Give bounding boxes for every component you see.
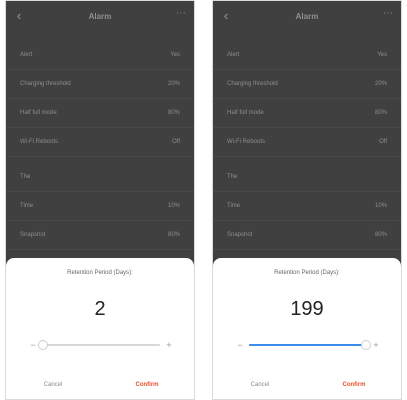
slider-thumb[interactable]: [38, 340, 49, 350]
settings-row[interactable]: Charging threshold 20%: [6, 70, 194, 99]
slider-fill: [249, 344, 366, 346]
row-value: Off: [379, 139, 387, 145]
settings-row[interactable]: Snapshot 80%: [213, 221, 401, 250]
settings-row[interactable]: Half full mode 80%: [213, 99, 401, 128]
settings-row[interactable]: Snapshot 80%: [6, 221, 194, 250]
row-label: Alert: [227, 52, 240, 58]
confirm-button[interactable]: Confirm: [100, 377, 194, 393]
page-title: Alarm: [295, 11, 319, 21]
settings-row[interactable]: Charging threshold 20%: [213, 70, 401, 99]
settings-row[interactable]: Wi-Fi Reboots Off: [6, 128, 194, 157]
row-value: Yes: [170, 52, 180, 58]
row-value: 80%: [167, 232, 180, 238]
retention-value: 199: [290, 298, 324, 320]
sheet-title: Retention Period (Days):: [274, 270, 340, 276]
retention-slider: − +: [28, 340, 174, 350]
row-label: Half full mode: [227, 110, 264, 116]
row-label: Half full mode: [20, 110, 57, 116]
row-label: Alert: [20, 52, 33, 58]
settings-row[interactable]: Half full mode 80%: [6, 99, 194, 128]
minus-icon[interactable]: −: [28, 340, 38, 350]
row-value: 80%: [374, 232, 387, 238]
row-label: Wi-Fi Reboots: [227, 139, 266, 145]
slider-track[interactable]: [249, 340, 371, 350]
settings-row[interactable]: Alert Yes: [213, 41, 401, 70]
sheet-actions: Cancel Confirm: [213, 377, 401, 393]
more-icon[interactable]: ⋯: [383, 9, 393, 19]
settings-row-link[interactable]: The: [213, 163, 401, 192]
row-label: The: [20, 174, 30, 180]
chevron-left-icon[interactable]: ‹: [12, 9, 26, 23]
retention-value: 2: [94, 298, 106, 320]
row-label: Snapshot: [20, 232, 46, 238]
cancel-button[interactable]: Cancel: [6, 377, 100, 393]
row-value: 20%: [374, 81, 387, 87]
row-label: Charging threshold: [227, 81, 278, 87]
page-title: Alarm: [88, 11, 112, 21]
retention-picker-sheet: Retention Period (Days): 199 − + Cancel …: [213, 258, 401, 399]
settings-row[interactable]: Wi-Fi Reboots Off: [213, 128, 401, 157]
minus-icon[interactable]: −: [235, 340, 245, 350]
sheet-actions: Cancel Confirm: [6, 377, 194, 393]
row-label-prefix: The: [227, 174, 238, 180]
settings-row[interactable]: Alert Yes: [6, 41, 194, 70]
row-value: 80%: [374, 110, 387, 116]
row-value: 10%: [167, 203, 180, 209]
settings-row[interactable]: Time 10%: [213, 192, 401, 221]
retention-slider: − +: [235, 340, 381, 350]
more-icon[interactable]: ⋯: [176, 9, 186, 19]
plus-icon[interactable]: +: [371, 340, 381, 350]
confirm-button[interactable]: Confirm: [307, 377, 401, 393]
row-label: The: [227, 174, 237, 180]
row-label: Time: [227, 203, 241, 209]
chevron-left-icon[interactable]: ‹: [219, 9, 233, 23]
row-label: Wi-Fi Reboots: [20, 139, 59, 145]
sheet-title: Retention Period (Days):: [67, 270, 133, 276]
cancel-button[interactable]: Cancel: [213, 377, 307, 393]
retention-picker-sheet: Retention Period (Days): 2 − + Cancel Co…: [6, 258, 194, 399]
slider-track[interactable]: [38, 340, 160, 350]
row-label: Time: [20, 203, 34, 209]
row-value: Yes: [377, 52, 387, 58]
settings-list: Alert Yes Charging threshold 20% Half fu…: [213, 41, 401, 250]
row-label: Snapshot: [227, 232, 253, 238]
settings-row[interactable]: Time 10%: [6, 192, 194, 221]
row-value: 80%: [167, 110, 180, 116]
row-value: Off: [172, 139, 180, 145]
row-value: 10%: [374, 203, 387, 209]
settings-row-link[interactable]: The: [6, 163, 194, 192]
row-label: Charging threshold: [20, 81, 71, 87]
settings-list: Alert Yes Charging threshold 20% Half fu…: [6, 41, 194, 250]
navbar: ‹ Alarm ⋯: [6, 1, 194, 31]
plus-icon[interactable]: +: [164, 340, 174, 350]
row-value: 20%: [167, 81, 180, 87]
phone-screen-left: ‹ Alarm ⋯ Alert Yes Charging threshold 2…: [5, 0, 195, 400]
navbar: ‹ Alarm ⋯: [213, 1, 401, 31]
row-label-prefix: The: [20, 174, 31, 180]
slider-thumb[interactable]: [360, 340, 371, 350]
phone-screen-right: ‹ Alarm ⋯ Alert Yes Charging threshold 2…: [212, 0, 402, 400]
